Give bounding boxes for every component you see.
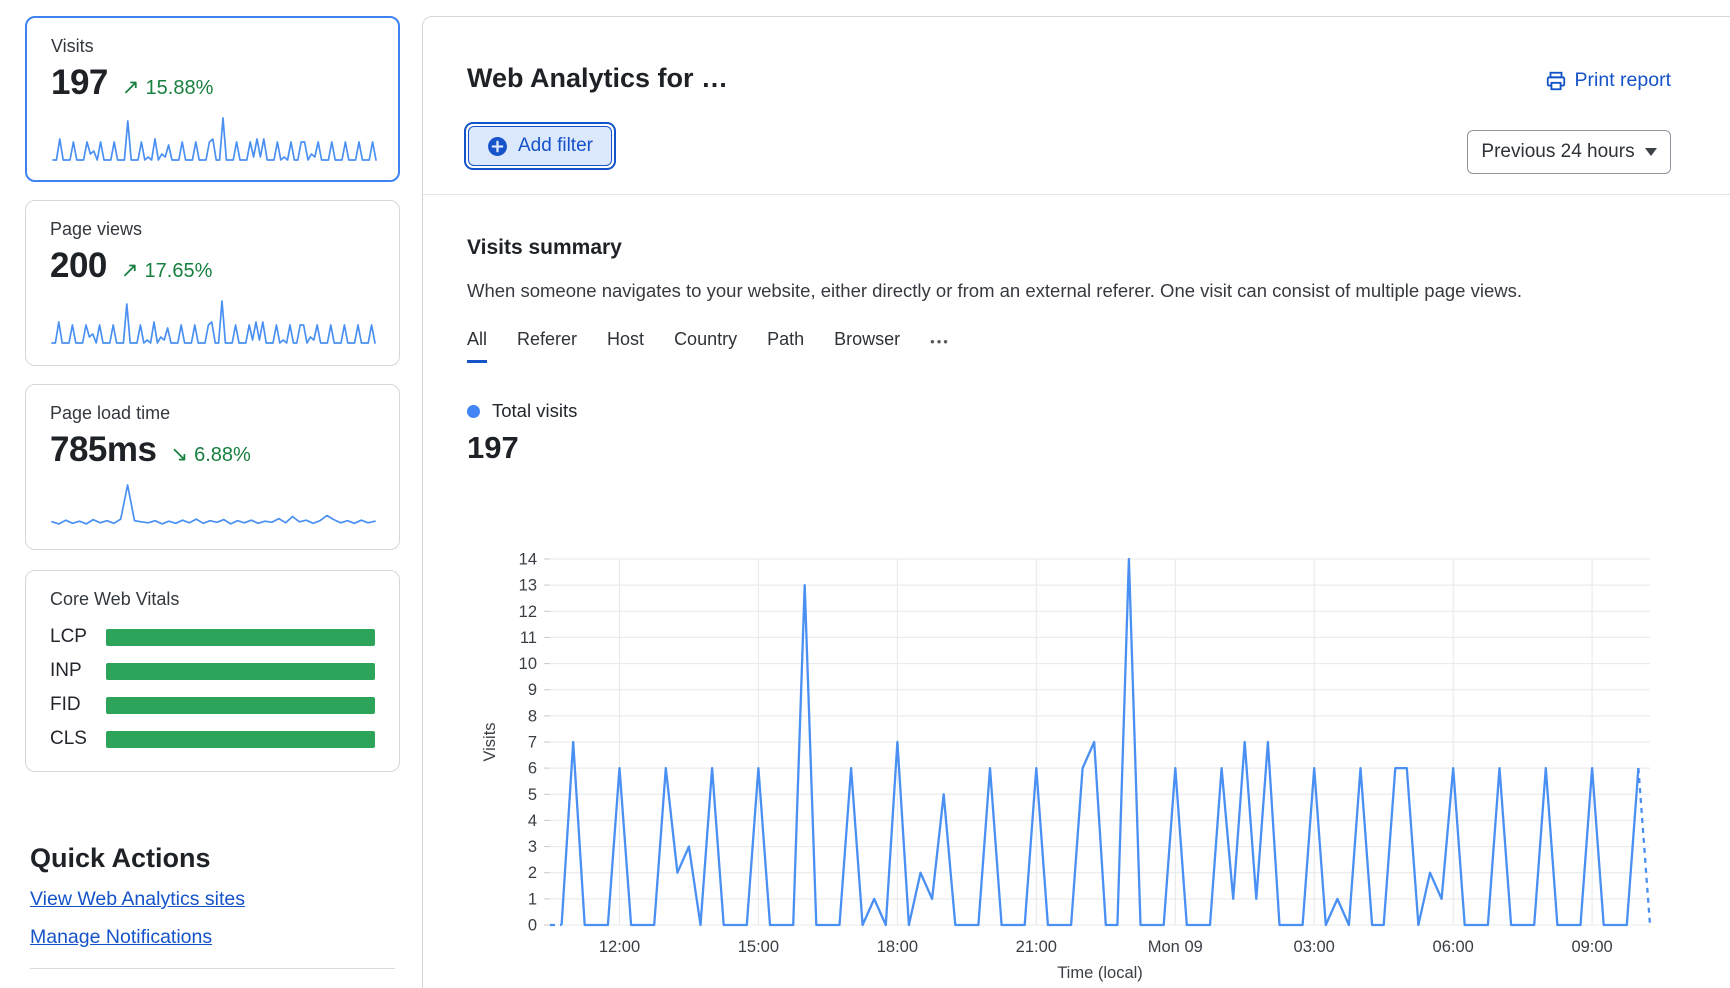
metric-card-page-views[interactable]: Page views 200 ↗ 17.65% bbox=[25, 200, 400, 366]
svg-text:12:00: 12:00 bbox=[599, 938, 640, 956]
metric-label: Page load time bbox=[50, 403, 375, 424]
svg-text:13: 13 bbox=[519, 577, 537, 595]
tab-host[interactable]: Host bbox=[607, 329, 644, 363]
svg-text:14: 14 bbox=[519, 551, 537, 569]
core-web-vitals-card[interactable]: Core Web Vitals LCP INP FID CLS bbox=[25, 570, 400, 772]
tab-path[interactable]: Path bbox=[767, 329, 804, 363]
tab-country[interactable]: Country bbox=[674, 329, 737, 363]
svg-text:03:00: 03:00 bbox=[1294, 938, 1335, 956]
metric-label: Visits bbox=[51, 36, 374, 57]
vital-label: INP bbox=[50, 660, 106, 682]
svg-text:1: 1 bbox=[528, 890, 537, 908]
delta-percent: 17.65% bbox=[145, 260, 213, 283]
print-report-button[interactable]: Print report bbox=[1545, 69, 1671, 92]
vital-status-bar bbox=[106, 629, 375, 646]
tab-all[interactable]: All bbox=[467, 329, 487, 363]
vital-status-bar bbox=[106, 731, 375, 748]
vital-status-bar bbox=[106, 697, 375, 714]
svg-text:10: 10 bbox=[519, 655, 537, 673]
trend-up-icon: ↗ bbox=[121, 258, 139, 283]
metric-value: 200 bbox=[50, 246, 107, 286]
svg-text:6: 6 bbox=[528, 760, 537, 778]
vital-row-fid: FID bbox=[50, 694, 375, 716]
legend-dot-icon bbox=[467, 405, 480, 418]
vital-status-bar bbox=[106, 663, 375, 680]
web-analytics-dashboard: Visits 197 ↗ 15.88% Page views 200 ↗ 17.… bbox=[0, 0, 1730, 988]
svg-text:12: 12 bbox=[519, 603, 537, 621]
header-divider bbox=[423, 194, 1730, 195]
chart-legend: Total visits bbox=[467, 400, 577, 422]
vital-row-inp: INP bbox=[50, 660, 375, 682]
metric-value: 785ms bbox=[50, 430, 156, 470]
svg-text:18:00: 18:00 bbox=[877, 938, 918, 956]
metric-label: Page views bbox=[50, 219, 375, 240]
visits-line-chart: 0123456789101112131412:0015:0018:0021:00… bbox=[441, 481, 1713, 988]
visits-summary-heading: Visits summary bbox=[467, 236, 622, 260]
svg-text:15:00: 15:00 bbox=[738, 938, 779, 956]
quick-actions-heading: Quick Actions bbox=[30, 843, 211, 874]
sidebar-divider bbox=[30, 968, 395, 969]
visits-sparkline bbox=[51, 113, 378, 163]
svg-text:7: 7 bbox=[528, 734, 537, 752]
plus-circle-icon bbox=[487, 136, 508, 157]
metric-value: 197 bbox=[51, 63, 108, 103]
time-range-dropdown[interactable]: Previous 24 hours bbox=[1467, 130, 1671, 174]
visits-summary-description: When someone navigates to your website, … bbox=[467, 280, 1522, 302]
svg-text:Mon 09: Mon 09 bbox=[1148, 938, 1203, 956]
print-report-label: Print report bbox=[1575, 69, 1671, 92]
vital-label: LCP bbox=[50, 626, 106, 648]
svg-text:9: 9 bbox=[528, 681, 537, 699]
tab-referer[interactable]: Referer bbox=[517, 329, 577, 363]
add-filter-focus-ring: Add filter bbox=[464, 122, 616, 170]
svg-text:3: 3 bbox=[528, 838, 537, 856]
delta-percent: 6.88% bbox=[194, 444, 251, 467]
page-title: Web Analytics for … bbox=[467, 63, 728, 94]
trend-up-icon: ↗ bbox=[122, 75, 140, 100]
printer-icon bbox=[1545, 70, 1567, 92]
trend-down-icon: ↘ bbox=[170, 442, 188, 467]
vital-row-cls: CLS bbox=[50, 728, 375, 750]
add-filter-button[interactable]: Add filter bbox=[468, 126, 612, 166]
card-title: Core Web Vitals bbox=[50, 589, 375, 610]
manage-notifications-link[interactable]: Manage Notifications bbox=[30, 926, 212, 949]
svg-text:4: 4 bbox=[528, 812, 537, 830]
vital-row-lcp: LCP bbox=[50, 626, 375, 648]
metric-delta: ↗ 17.65% bbox=[121, 258, 212, 283]
total-visits-value: 197 bbox=[467, 430, 519, 466]
vital-label: CLS bbox=[50, 728, 106, 750]
legend-label: Total visits bbox=[492, 400, 577, 422]
time-range-value: Previous 24 hours bbox=[1481, 141, 1634, 163]
more-tabs-ellipsis-icon[interactable]: ••• bbox=[930, 329, 950, 363]
tab-browser[interactable]: Browser bbox=[834, 329, 900, 363]
svg-text:11: 11 bbox=[520, 629, 537, 647]
delta-percent: 15.88% bbox=[146, 77, 214, 100]
svg-text:2: 2 bbox=[528, 864, 537, 882]
vital-label: FID bbox=[50, 694, 106, 716]
add-filter-label: Add filter bbox=[518, 135, 593, 157]
dimension-tabs: All Referer Host Country Path Browser ••… bbox=[467, 329, 950, 363]
svg-text:Time (local): Time (local) bbox=[1057, 964, 1143, 982]
metric-delta: ↗ 15.88% bbox=[122, 75, 213, 100]
svg-text:8: 8 bbox=[528, 707, 537, 725]
chevron-down-icon bbox=[1645, 148, 1657, 156]
svg-text:5: 5 bbox=[528, 786, 537, 804]
page-load-sparkline bbox=[50, 480, 377, 530]
svg-text:0: 0 bbox=[528, 917, 537, 935]
svg-text:21:00: 21:00 bbox=[1016, 938, 1057, 956]
svg-text:09:00: 09:00 bbox=[1571, 938, 1612, 956]
metric-card-page-load-time[interactable]: Page load time 785ms ↘ 6.88% bbox=[25, 384, 400, 550]
svg-text:06:00: 06:00 bbox=[1433, 938, 1474, 956]
metric-delta: ↘ 6.88% bbox=[170, 442, 250, 467]
analytics-panel: Web Analytics for … Print report Add fil… bbox=[422, 16, 1730, 988]
svg-text:Visits: Visits bbox=[481, 722, 499, 761]
page-views-sparkline bbox=[50, 296, 377, 346]
view-web-analytics-sites-link[interactable]: View Web Analytics sites bbox=[30, 888, 245, 911]
metric-card-visits[interactable]: Visits 197 ↗ 15.88% bbox=[25, 16, 400, 182]
